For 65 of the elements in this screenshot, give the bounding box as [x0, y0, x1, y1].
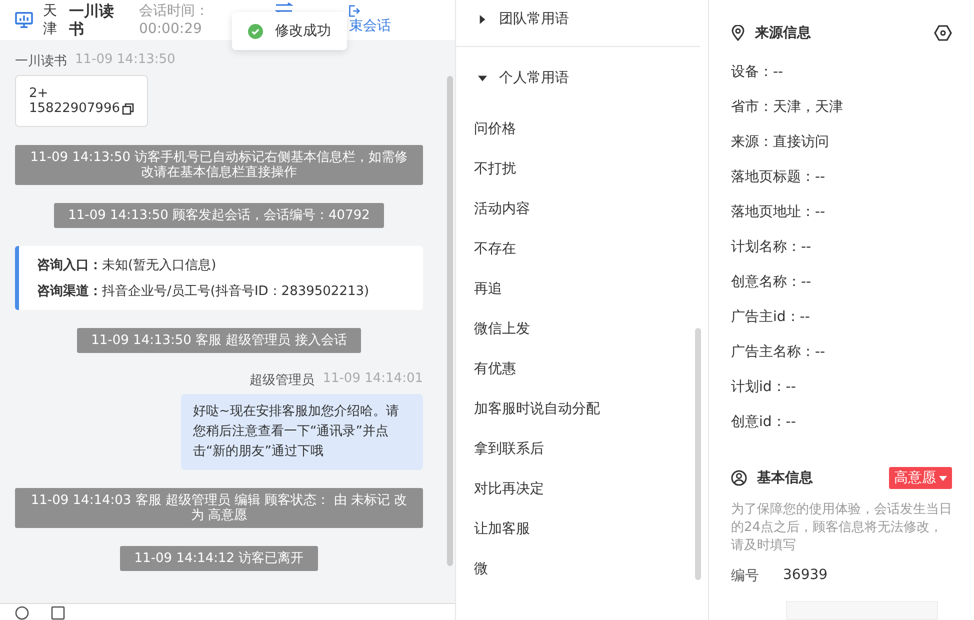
field-value: 36939: [783, 567, 828, 585]
monitor-icon: [15, 12, 33, 28]
source-field: 创意id：--: [731, 412, 796, 433]
phrase-item[interactable]: 加客服时说自动分配: [456, 389, 708, 429]
phrase-item[interactable]: 拿到联系后: [456, 429, 708, 469]
phrase-item[interactable]: 不打扰: [456, 149, 708, 189]
message-time: 11-09 14:14:01: [322, 371, 423, 388]
sender-name: 一川读书: [15, 53, 67, 70]
info-label: 咨询入口：: [37, 258, 102, 273]
source-field: 设备：--: [731, 62, 784, 83]
system-notice: 11-09 14:14:12 访客已离开: [120, 546, 318, 571]
source-field: 计划id：--: [731, 377, 796, 398]
system-notice: 11-09 14:14:03 客服 超级管理员 编辑 顾客状态： 由 未标记 改为 高意愿: [15, 488, 423, 528]
system-notice: 11-09 14:13:50 客服 超级管理员 接入会话: [77, 328, 361, 353]
message-time: 11-09 14:13:50: [75, 52, 176, 69]
phrase-item[interactable]: 活动内容: [456, 189, 708, 229]
toast-message: 修改成功: [275, 22, 331, 40]
visitor-location: 天津: [43, 2, 58, 38]
source-field: 省市：天津，天津: [731, 97, 843, 118]
end-session-link[interactable]: 束会话: [349, 17, 391, 35]
message-bubble: 好哒~现在安排客服加您介绍哈。请您稍后注意查看一下“通讯录”并点击“新的朋友”通过下哦: [181, 394, 423, 470]
emoji-icon[interactable]: [15, 606, 29, 620]
source-field: 创意名称：--: [731, 272, 812, 293]
system-notice: 11-09 14:13:50 访客手机号已自动标记右侧基本信息栏，如需修改请在基本信息栏直接操作: [15, 145, 423, 185]
phrase-item[interactable]: 问价格: [456, 109, 708, 149]
info-value: 抖音企业号/员工号(抖音号ID：2839502213): [102, 284, 370, 299]
source-field: 落地页标题：--: [731, 167, 826, 188]
copy-icon[interactable]: [122, 102, 134, 114]
sender-name: 超级管理员: [250, 372, 315, 389]
phrase-item[interactable]: 再追: [456, 269, 708, 309]
section-title: 来源信息: [755, 24, 811, 42]
phrase-item[interactable]: 微: [456, 549, 708, 589]
scrollbar[interactable]: [695, 328, 701, 580]
timer-label: 会话时间：: [139, 2, 209, 20]
phrase-item[interactable]: 微信上发: [456, 309, 708, 349]
info-value: 未知(暂无入口信息): [102, 258, 216, 273]
check-circle-icon: [248, 24, 263, 38]
transfer-icon[interactable]: [275, 2, 293, 14]
source-field: 来源：直接访问: [731, 132, 829, 153]
section-title: 基本信息: [757, 469, 813, 487]
system-notice: 11-09 14:13:50 顾客发起会话，会话编号：40792: [54, 203, 384, 228]
exit-icon[interactable]: [347, 5, 361, 17]
intent-dropdown[interactable]: 高意愿: [889, 467, 952, 489]
user-circle-icon: [731, 470, 747, 486]
image-icon[interactable]: [51, 606, 65, 620]
session-timer: 00:00:29: [139, 20, 203, 38]
source-field: 计划名称：--: [731, 237, 812, 258]
caret-down-icon: [939, 476, 947, 480]
message-bubble: 2+ 15822907996: [15, 75, 148, 127]
source-field: 广告主id：--: [731, 307, 810, 328]
phrase-group-toggle[interactable]: 个人常用语: [456, 59, 708, 97]
phrase-group-toggle[interactable]: 团队常用语: [456, 0, 708, 38]
phrase-item[interactable]: 有优惠: [456, 349, 708, 389]
phrase-item[interactable]: 不存在: [456, 229, 708, 269]
phrase-item[interactable]: 让加客服: [456, 509, 708, 549]
phrase-item[interactable]: 对比再决定: [456, 469, 708, 509]
source-field: 广告主名称：--: [731, 342, 826, 363]
notice-text: 为了保障您的使用体验，会话发生当日的24点之后，顾客信息将无法修改，请及时填写: [731, 501, 952, 555]
visitor-name: 一川读书: [69, 2, 115, 38]
source-field: 落地页地址：--: [731, 202, 826, 223]
info-label: 咨询渠道：: [37, 284, 102, 299]
field-label: 编号: [731, 567, 759, 585]
settings-icon[interactable]: [934, 25, 952, 41]
location-pin-icon: [731, 25, 745, 41]
scrollbar[interactable]: [447, 76, 453, 566]
